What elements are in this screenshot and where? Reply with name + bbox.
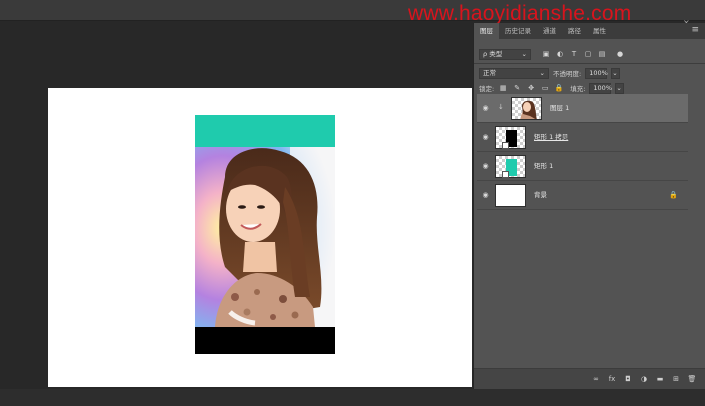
vector-mask-icon: [502, 171, 509, 178]
vector-mask-icon: [502, 142, 509, 149]
visibility-eye-icon[interactable]: ◉: [481, 104, 490, 113]
link-layers-icon[interactable]: ∞: [591, 374, 601, 384]
lock-artboard-icon[interactable]: ▭: [540, 83, 550, 93]
lock-label: 锁定:: [479, 85, 495, 93]
tab-channels[interactable]: 通道: [537, 23, 562, 39]
layer-name: 背景: [534, 191, 547, 199]
kind-filter-label: 类型: [489, 49, 503, 58]
fill-dropdown[interactable]: ⌄: [615, 82, 625, 94]
canvas-workspace[interactable]: [0, 21, 473, 406]
lock-icon: 🔒: [669, 191, 678, 199]
blend-mode-value: 正常: [483, 68, 496, 77]
new-layer-icon[interactable]: ⊞: [671, 374, 681, 384]
layer-row-rect-copy[interactable]: ◉ 矩形 1 拷贝: [477, 123, 688, 152]
opacity-value: 100%: [589, 68, 608, 77]
panel-footer: ∞ fx ◘ ◑ ▬ ⊞ 🗑: [474, 368, 705, 389]
smart-object-filter-icon[interactable]: ▤: [597, 49, 607, 59]
panel-tabs: 图层 历史记录 通道 路径 属性: [474, 23, 705, 39]
lock-transparent-icon[interactable]: ▦: [498, 83, 508, 93]
layer-thumbnail-white: [495, 184, 526, 207]
blend-mode-dropdown[interactable]: 正常 ⌄: [479, 67, 549, 79]
layer-style-icon[interactable]: fx: [607, 374, 617, 384]
black-rectangle: [195, 327, 335, 354]
shape-filter-icon[interactable]: ▢: [583, 49, 593, 59]
opacity-dropdown[interactable]: ⌄: [611, 67, 621, 79]
chevron-down-icon: ⌄: [539, 68, 545, 77]
add-mask-icon[interactable]: ◘: [623, 374, 633, 384]
application-title-bar: www.haoyidianshe.com ×: [0, 0, 705, 27]
layer-filter-row: ρ 类型 ⌄ ▣ ◐ T ▢ ▤ ●: [474, 46, 705, 62]
tab-properties[interactable]: 属性: [587, 23, 612, 39]
opacity-input[interactable]: 100%: [585, 67, 608, 79]
layer-row-photo[interactable]: ◉ ↓ 图层 1: [477, 94, 688, 123]
adjustment-layer-icon[interactable]: ◑: [639, 374, 649, 384]
image-filter-icon[interactable]: ▣: [541, 49, 551, 59]
fill-value: 100%: [593, 83, 612, 92]
chevron-down-icon: ⌄: [521, 49, 527, 58]
layer-thumbnail-photo: [511, 97, 542, 120]
layer-name: 矩形 1: [534, 162, 554, 170]
tab-layers[interactable]: 图层: [474, 23, 499, 39]
layer-name: 矩形 1 拷贝: [534, 133, 569, 141]
adjustment-filter-icon[interactable]: ◐: [555, 49, 565, 59]
chevron-down-icon: ⌄: [616, 83, 622, 92]
layer-kind-filter-dropdown[interactable]: ρ 类型 ⌄: [479, 48, 531, 60]
visibility-eye-icon[interactable]: ◉: [481, 162, 490, 171]
blend-row: 正常 ⌄ 不透明度: 100% ⌄: [474, 65, 705, 81]
layers-panel: 图层 历史记录 通道 路径 属性 ≡ ρ 类型 ⌄ ▣ ◐ T ▢ ▤ ● 正常…: [473, 23, 705, 389]
teal-rectangle: [195, 115, 335, 147]
layer-row-rect[interactable]: ◉ 矩形 1: [477, 152, 688, 181]
layer-name: 图层 1: [550, 104, 570, 112]
divider: [474, 63, 705, 64]
portrait-photo: [195, 147, 335, 327]
fill-input[interactable]: 100%: [589, 82, 612, 94]
visibility-eye-icon[interactable]: ◉: [481, 133, 490, 142]
layer-list: ◉ ↓ 图层 1 ◉ 矩形 1 拷贝 ◉ 矩形 1 ◉ 背景 🔒: [477, 94, 688, 210]
artwork: [195, 115, 335, 354]
fill-label: 填充:: [570, 85, 586, 93]
filter-toggle-icon[interactable]: ●: [615, 49, 625, 59]
opacity-label: 不透明度:: [553, 70, 582, 78]
chevron-down-icon: ⌄: [612, 68, 618, 77]
panel-menu-icon[interactable]: ≡: [691, 26, 699, 35]
new-group-icon[interactable]: ▬: [655, 374, 665, 384]
clipping-mask-arrow-icon: ↓: [498, 103, 504, 111]
lock-position-icon[interactable]: ✥: [526, 83, 536, 93]
status-bar: [0, 389, 705, 406]
layer-thumbnail-teal: [495, 155, 526, 178]
layer-row-background[interactable]: ◉ 背景 🔒: [477, 181, 688, 210]
document-canvas[interactable]: [48, 88, 472, 387]
tab-paths[interactable]: 路径: [562, 23, 587, 39]
layer-thumbnail-black: [495, 126, 526, 149]
tab-history[interactable]: 历史记录: [499, 23, 537, 39]
lock-all-icon[interactable]: 🔒: [554, 83, 564, 93]
visibility-eye-icon[interactable]: ◉: [481, 191, 490, 200]
type-filter-icon[interactable]: T: [569, 49, 579, 59]
lock-pixels-icon[interactable]: ✎: [512, 83, 522, 93]
search-icon: ρ: [483, 49, 488, 58]
delete-layer-icon[interactable]: 🗑: [687, 374, 697, 384]
